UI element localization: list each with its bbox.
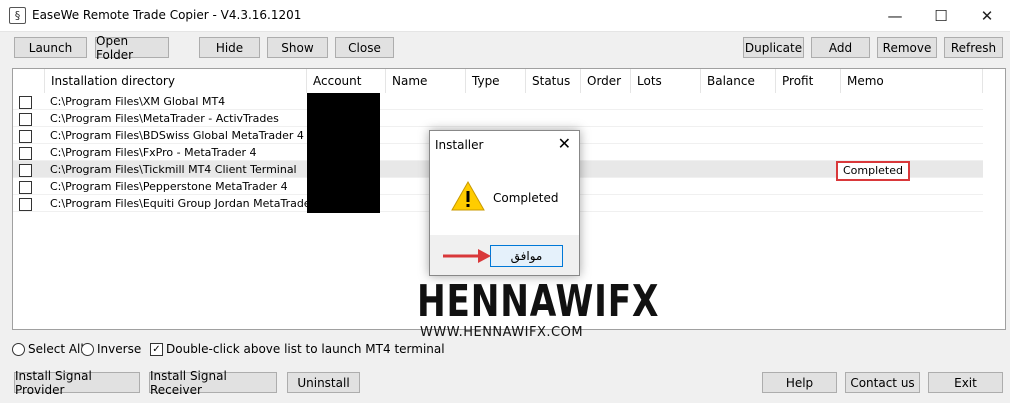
app-icon: § xyxy=(9,7,26,24)
install-signal-receiver-button[interactable]: Install Signal Receiver xyxy=(149,369,277,397)
warning-icon xyxy=(451,180,485,211)
inverse-radio[interactable]: Inverse xyxy=(81,342,141,356)
close-button[interactable]: Close xyxy=(335,37,394,58)
column-header-memo[interactable]: Memo xyxy=(841,69,983,93)
dblclick-label: Double-click above list to launch MT4 te… xyxy=(166,342,445,356)
dialog-close-icon[interactable]: ✕ xyxy=(558,134,571,153)
watermark-url: WWW.HENNAWIFX.COM xyxy=(420,325,584,340)
dialog-title: Installer xyxy=(435,138,484,152)
help-button[interactable]: Help xyxy=(762,372,837,393)
window-title: EaseWe Remote Trade Copier - V4.3.16.120… xyxy=(32,8,302,22)
column-header-directory[interactable]: Installation directory xyxy=(45,69,307,93)
row-path: C:\Program Files\FxPro - MetaTrader 4 xyxy=(50,146,257,159)
remove-button[interactable]: Remove xyxy=(877,37,937,58)
column-header-name[interactable]: Name xyxy=(386,69,466,93)
dialog-message: Completed xyxy=(493,191,559,205)
select-all-radio[interactable]: Select All xyxy=(12,342,84,356)
row-path: C:\Program Files\XM Global MT4 xyxy=(50,95,226,108)
uninstall-button[interactable]: Uninstall xyxy=(287,372,360,393)
column-header-profit[interactable]: Profit xyxy=(776,69,841,93)
row-path: C:\Program Files\Tickmill MT4 Client Ter… xyxy=(50,163,297,176)
radio-icon xyxy=(12,342,25,356)
row-path: C:\Program Files\BDSwiss Global MetaTrad… xyxy=(50,129,304,142)
install-signal-provider-button[interactable]: Install Signal Provider xyxy=(14,369,140,397)
row-checkbox[interactable] xyxy=(19,113,32,126)
contact-us-button[interactable]: Contact us xyxy=(845,372,920,393)
row-path: C:\Program Files\MetaTrader - ActivTrade… xyxy=(50,112,279,125)
add-button[interactable]: Add xyxy=(811,37,870,58)
title-bar: § EaseWe Remote Trade Copier - V4.3.16.1… xyxy=(0,0,1010,32)
inverse-label: Inverse xyxy=(97,342,142,356)
column-header-balance[interactable]: Balance xyxy=(701,69,776,93)
column-header-order[interactable]: Order xyxy=(581,69,631,93)
column-header-check xyxy=(13,69,45,93)
column-header-type[interactable]: Type xyxy=(466,69,526,93)
select-all-label: Select All xyxy=(28,342,84,356)
maximize-button[interactable]: ☐ xyxy=(918,0,964,31)
memo-completed: Completed xyxy=(836,161,910,181)
minimize-button[interactable]: — xyxy=(872,0,918,31)
column-header-status[interactable]: Status xyxy=(526,69,581,93)
checkmark-icon: ✓ xyxy=(150,342,163,356)
row-checkbox[interactable] xyxy=(19,164,32,177)
dblclick-launch-checkbox[interactable]: ✓ Double-click above list to launch MT4 … xyxy=(150,342,445,356)
row-checkbox[interactable] xyxy=(19,198,32,211)
arrow-annotation-icon xyxy=(443,249,491,263)
table-row[interactable]: C:\Program Files\XM Global MT4 xyxy=(13,93,983,110)
hide-button[interactable]: Hide xyxy=(199,37,260,58)
column-header-account[interactable]: Account xyxy=(307,69,386,93)
redacted-accounts xyxy=(307,93,380,213)
radio-icon xyxy=(81,342,94,356)
duplicate-button[interactable]: Duplicate xyxy=(743,37,804,58)
ok-button[interactable]: موافق xyxy=(490,245,563,267)
launch-button[interactable]: Launch xyxy=(14,37,87,58)
table-row[interactable]: C:\Program Files\MetaTrader - ActivTrade… xyxy=(13,110,983,127)
column-header-lots[interactable]: Lots xyxy=(631,69,701,93)
row-checkbox[interactable] xyxy=(19,96,32,109)
row-checkbox[interactable] xyxy=(19,147,32,160)
row-checkbox[interactable] xyxy=(19,181,32,194)
row-checkbox[interactable] xyxy=(19,130,32,143)
refresh-button[interactable]: Refresh xyxy=(944,37,1003,58)
close-window-button[interactable]: ✕ xyxy=(964,0,1010,31)
watermark-logo: HENNAWIFX xyxy=(417,276,660,327)
row-path: C:\Program Files\Equiti Group Jordan Met… xyxy=(50,197,326,210)
open-folder-button[interactable]: Open Folder xyxy=(95,34,169,62)
row-path: C:\Program Files\Pepperstone MetaTrader … xyxy=(50,180,288,193)
exit-button[interactable]: Exit xyxy=(928,372,1003,393)
show-button[interactable]: Show xyxy=(267,37,328,58)
